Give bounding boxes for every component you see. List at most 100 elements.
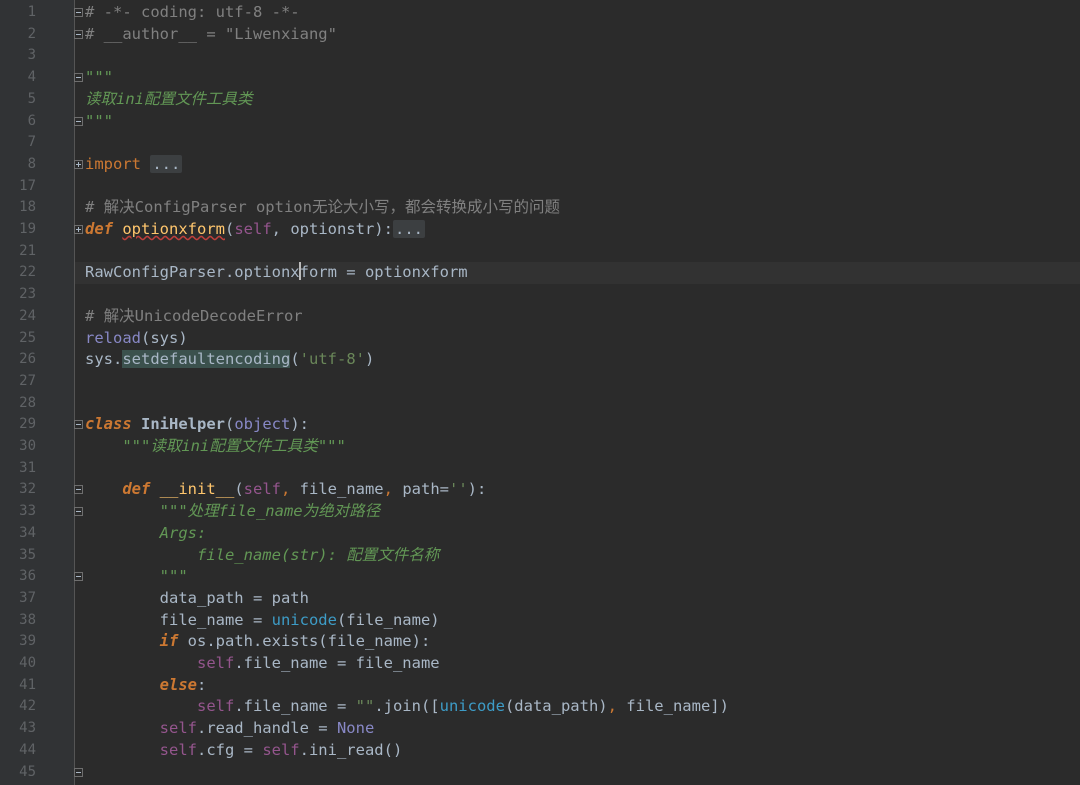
code-text[interactable]: import ... xyxy=(85,154,183,176)
code-text[interactable]: Args: xyxy=(85,523,207,545)
code-line[interactable]: 23 xyxy=(0,284,1080,306)
code-line[interactable]: 7 xyxy=(0,132,1080,154)
code-token: setdefaultencoding xyxy=(122,350,291,369)
code-token: (file_name) xyxy=(336,610,440,629)
fold-expand-icon[interactable] xyxy=(74,225,83,234)
code-line[interactable]: 40 self.file_name = file_name xyxy=(0,653,1080,675)
code-text[interactable]: """ xyxy=(85,111,113,133)
code-line[interactable]: 45 xyxy=(0,762,1080,784)
line-number: 2 xyxy=(27,25,36,42)
code-line[interactable]: 24 # 解决UnicodeDecodeError xyxy=(0,306,1080,328)
code-line[interactable]: 4 """ xyxy=(0,67,1080,89)
code-line[interactable]: 3 xyxy=(0,45,1080,67)
code-text[interactable]: RawConfigParser.optionxform = optionxfor… xyxy=(85,262,468,284)
folded-code-badge[interactable]: ... xyxy=(392,220,425,238)
fold-collapse-icon[interactable] xyxy=(74,507,83,517)
line-number: 4 xyxy=(27,69,36,86)
fold-collapse-icon[interactable] xyxy=(74,29,83,39)
fold-expand-icon[interactable] xyxy=(74,159,83,169)
code-line[interactable]: 8 import ... xyxy=(0,154,1080,176)
code-editor[interactable]: 1 # -*- coding: utf-8 -*- 2 # __author__ = … xyxy=(0,0,1080,785)
code-line[interactable]: 34 Args: xyxy=(0,523,1080,545)
code-line[interactable]: 19 def optionxform(self, optionstr):... xyxy=(0,219,1080,241)
code-line[interactable]: 22 RawConfigParser.optionxform = optionxf… xyxy=(0,262,1080,285)
line-number: 22 xyxy=(19,264,36,281)
code-token: RawConfigParser.optionx xyxy=(85,263,300,282)
code-text[interactable]: """处理file_name为绝对路径 xyxy=(85,501,380,523)
code-line[interactable]: 1 # -*- coding: utf-8 -*- xyxy=(0,2,1080,24)
code-line[interactable]: 44 self.cfg = self.ini_read() xyxy=(0,740,1080,762)
code-line[interactable]: 17 xyxy=(0,176,1080,198)
code-token: def xyxy=(122,480,160,499)
code-text[interactable]: # 解决ConfigParser option无论大小写，都会转换成小写的问题 xyxy=(85,197,560,219)
code-text[interactable]: # __author__ = "Liwenxiang" xyxy=(85,24,337,46)
code-line[interactable]: 25 reload(sys) xyxy=(0,328,1080,350)
code-line[interactable]: 32 def __init__(self, file_name, path=''… xyxy=(0,479,1080,501)
code-line[interactable]: 31 xyxy=(0,458,1080,480)
code-line[interactable]: 41 else: xyxy=(0,675,1080,697)
code-line[interactable]: 27 xyxy=(0,371,1080,393)
code-text[interactable]: class IniHelper(object): xyxy=(85,414,309,436)
fold-collapse-icon[interactable] xyxy=(74,73,83,83)
code-line[interactable]: 29 class IniHelper(object): xyxy=(0,414,1080,436)
code-line[interactable]: 42 self.file_name = "".join([unicode(dat… xyxy=(0,696,1080,718)
code-text[interactable]: """ xyxy=(85,67,113,89)
code-text[interactable]: reload(sys) xyxy=(85,328,188,350)
code-line[interactable]: 43 self.read_handle = None xyxy=(0,718,1080,740)
code-text[interactable]: 读取ini配置文件工具类 xyxy=(85,89,253,111)
code-line[interactable]: 2 # __author__ = "Liwenxiang" xyxy=(0,24,1080,46)
code-token: None xyxy=(336,719,375,738)
code-text[interactable]: else: xyxy=(85,675,207,697)
code-text[interactable]: if os.path.exists(file_name): xyxy=(85,631,431,653)
code-text[interactable]: file_name = unicode(file_name) xyxy=(85,610,440,632)
code-text[interactable]: sys.setdefaultencoding('utf-8') xyxy=(85,349,374,371)
fold-collapse-icon[interactable] xyxy=(74,116,83,126)
line-number: 38 xyxy=(19,611,36,628)
code-line[interactable]: 21 xyxy=(0,241,1080,263)
code-line[interactable]: 33 """处理file_name为绝对路径 xyxy=(0,501,1080,523)
line-number: 45 xyxy=(19,763,36,780)
code-token: : xyxy=(196,675,207,694)
line-number: 19 xyxy=(19,221,36,237)
code-line[interactable]: 26 sys.setdefaultencoding('utf-8') xyxy=(0,349,1080,371)
fold-collapse-icon[interactable] xyxy=(74,420,83,430)
code-token: file_name = xyxy=(159,610,272,629)
code-text[interactable]: data_path = path xyxy=(85,588,309,610)
code-text[interactable]: self.cfg = self.ini_read() xyxy=(85,740,403,762)
line-number: 17 xyxy=(19,177,36,194)
line-number: 33 xyxy=(19,503,36,520)
code-line[interactable]: 36 """ xyxy=(0,566,1080,588)
code-text[interactable]: self.file_name = "".join([unicode(data_p… xyxy=(85,696,729,718)
code-line[interactable]: 30 """读取ini配置文件工具类""" xyxy=(0,436,1080,458)
code-line[interactable]: 37 data_path = path xyxy=(0,588,1080,610)
code-line[interactable]: 5 读取ini配置文件工具类 xyxy=(0,89,1080,111)
code-text[interactable]: def optionxform(self, optionstr):... xyxy=(85,219,425,241)
line-number: 5 xyxy=(27,90,36,107)
code-text[interactable]: """读取ini配置文件工具类""" xyxy=(85,436,346,458)
code-text[interactable]: self.read_handle = None xyxy=(85,718,375,740)
fold-collapse-icon[interactable] xyxy=(74,8,83,17)
fold-collapse-icon[interactable] xyxy=(74,572,83,582)
code-text[interactable]: def __init__(self, file_name, path=''): xyxy=(85,479,486,501)
code-line[interactable]: 35 file_name(str): 配置文件名称 xyxy=(0,545,1080,567)
code-line[interactable]: 28 xyxy=(0,393,1080,415)
folded-code-badge[interactable]: ... xyxy=(150,154,183,173)
code-text[interactable]: """ xyxy=(85,566,188,588)
line-number: 8 xyxy=(27,155,36,172)
fold-collapse-icon[interactable] xyxy=(74,767,83,777)
code-line[interactable]: 6 """ xyxy=(0,111,1080,133)
code-text[interactable]: # -*- coding: utf-8 -*- xyxy=(85,2,300,24)
code-line[interactable]: 38 file_name = unicode(file_name) xyxy=(0,610,1080,632)
code-token: file_name]) xyxy=(626,697,729,716)
code-line[interactable]: 18 # 解决ConfigParser option无论大小写，都会转换成小写的问… xyxy=(0,197,1080,219)
code-text[interactable]: self.file_name = file_name xyxy=(85,653,440,675)
fold-collapse-icon[interactable] xyxy=(74,485,83,495)
code-text[interactable]: file_name(str): 配置文件名称 xyxy=(85,545,439,567)
code-line[interactable]: 39 if os.path.exists(file_name): xyxy=(0,631,1080,653)
code-text[interactable]: # 解决UnicodeDecodeError xyxy=(85,306,303,328)
